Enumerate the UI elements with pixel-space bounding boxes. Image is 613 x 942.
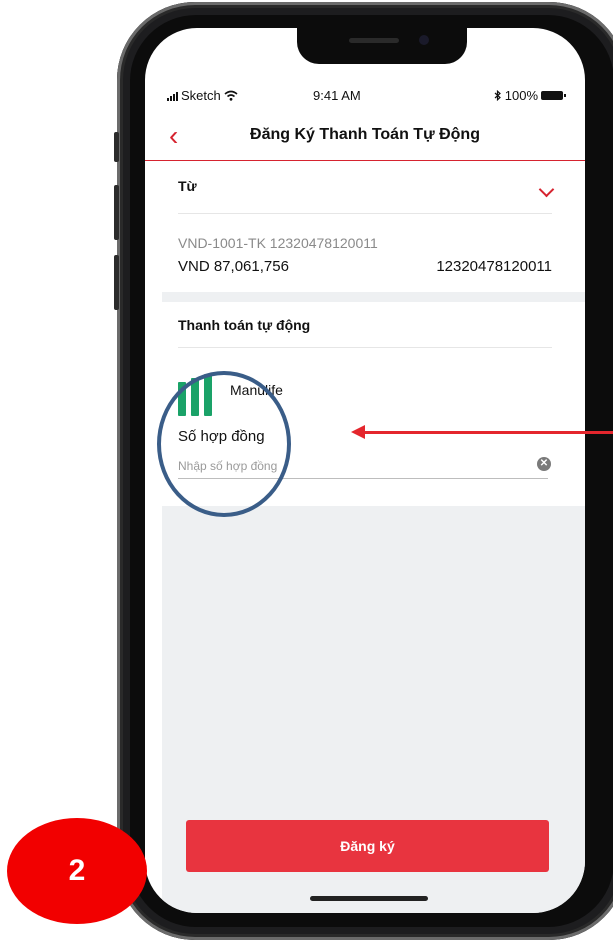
highlight-circle <box>157 371 291 517</box>
front-camera <box>419 35 429 45</box>
account-id: VND-1001-TK 12320478120011 <box>178 235 378 251</box>
status-right: 100% <box>494 88 566 103</box>
nav-divider <box>145 160 585 161</box>
from-label: Từ <box>178 178 197 194</box>
page-title: Đăng Ký Thanh Toán Tự Động <box>250 126 480 143</box>
auto-payment-title: Thanh toán tự động <box>178 317 311 333</box>
step-number-badge: 2 <box>7 818 147 924</box>
status-left: Sketch <box>167 88 238 103</box>
register-button[interactable]: Đăng ký <box>186 820 549 872</box>
battery-icon <box>541 91 566 100</box>
annotation-arrow-head <box>351 425 365 439</box>
section-separator <box>162 292 585 302</box>
divider <box>178 213 552 214</box>
home-indicator[interactable] <box>310 896 428 901</box>
annotation-arrow-line <box>363 431 613 434</box>
speaker-grille <box>349 38 399 43</box>
status-bar: Sketch 9:41 AM 100% <box>145 88 585 108</box>
account-balance: VND 87,061,756 <box>178 258 289 275</box>
status-time: 9:41 AM <box>313 88 361 103</box>
wifi-icon <box>224 90 238 101</box>
mute-switch <box>114 132 119 162</box>
volume-down-button <box>114 255 119 310</box>
volume-up-button <box>114 185 119 240</box>
divider <box>178 347 552 348</box>
carrier-name: Sketch <box>181 88 221 103</box>
clear-icon[interactable]: ✕ <box>537 457 551 471</box>
nav-bar: ‹ Đăng Ký Thanh Toán Tự Động <box>145 120 585 160</box>
notch <box>297 28 467 64</box>
battery-percent: 100% <box>504 88 538 103</box>
account-number: 12320478120011 <box>436 258 552 275</box>
bluetooth-icon <box>494 90 501 101</box>
chevron-down-icon[interactable] <box>538 181 555 198</box>
signal-icon <box>167 91 178 101</box>
